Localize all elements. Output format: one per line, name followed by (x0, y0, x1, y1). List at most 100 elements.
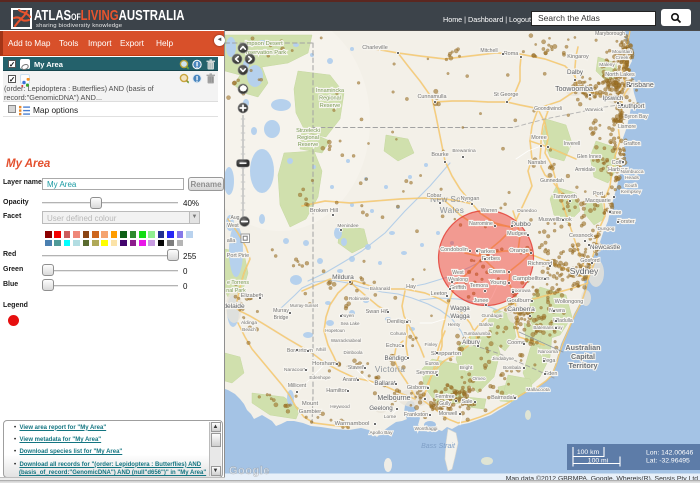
svg-text:Gisborne: Gisborne (407, 385, 429, 391)
svg-text:Maryborough: Maryborough (595, 31, 625, 37)
svg-text:Warwick: Warwick (585, 107, 604, 113)
svg-text:Bourke: Bourke (431, 152, 448, 158)
svg-text:Cobar: Cobar (427, 193, 442, 199)
svg-text:Wonthaggi: Wonthaggi (415, 426, 438, 432)
svg-text:Batemans Bay: Batemans Bay (533, 325, 563, 330)
svg-text:Cowra: Cowra (489, 269, 507, 275)
svg-text:Gambier: Gambier (299, 409, 321, 415)
svg-text:Maleny: Maleny (599, 62, 615, 68)
svg-text:Swan Hill: Swan Hill (366, 309, 389, 315)
svg-text:Beach: Beach (242, 327, 256, 333)
svg-text:Sale: Sale (462, 399, 473, 405)
svg-text:Menindee: Menindee (337, 223, 359, 229)
svg-text:Broken Hill: Broken Hill (310, 208, 338, 214)
svg-text:Batlow: Batlow (479, 322, 493, 327)
svg-text:Goulburn: Goulburn (507, 298, 531, 304)
svg-text:Goondiwindi: Goondiwindi (534, 106, 562, 112)
svg-text:Google: Google (229, 465, 270, 477)
svg-text:Wollongong: Wollongong (555, 299, 584, 305)
svg-text:Dalby: Dalby (567, 69, 584, 76)
svg-text:Lat: -32.96495: Lat: -32.96495 (646, 458, 690, 465)
svg-text:South: South (625, 183, 638, 189)
svg-text:Nyngan: Nyngan (461, 196, 480, 202)
svg-text:Reserve: Reserve (320, 103, 340, 109)
svg-text:Lorne: Lorne (384, 414, 397, 420)
svg-text:Wagga: Wagga (450, 313, 470, 320)
svg-text:e Torrens: e Torrens (227, 280, 249, 286)
svg-text:Millicent: Millicent (288, 383, 307, 389)
svg-text:Capital: Capital (571, 352, 595, 361)
svg-text:Macquarie: Macquarie (585, 198, 610, 204)
svg-text:Hamilton: Hamilton (326, 388, 348, 394)
svg-text:Condobolin: Condobolin (440, 247, 468, 253)
svg-text:Brewarrina: Brewarrina (452, 148, 476, 154)
svg-text:Roma: Roma (504, 51, 520, 57)
svg-text:Regional: Regional (297, 135, 319, 141)
svg-text:Aug: Aug (230, 215, 239, 221)
svg-text:Geelong: Geelong (369, 405, 393, 412)
svg-text:Grafton: Grafton (624, 141, 641, 147)
svg-text:alla: alla (227, 238, 236, 244)
svg-text:Muswellbrook: Muswellbrook (538, 217, 572, 223)
svg-text:Nhill: Nhill (316, 347, 325, 353)
svg-text:Euroa: Euroa (425, 361, 439, 367)
svg-text:Warrnambool: Warrnambool (335, 421, 370, 427)
svg-text:Newcastle: Newcastle (590, 244, 621, 251)
svg-text:Shepparton: Shepparton (431, 351, 461, 357)
svg-text:Mudgee: Mudgee (507, 231, 527, 237)
svg-text:Ferntree: Ferntree (435, 394, 454, 400)
svg-text:Narromine: Narromine (469, 221, 493, 227)
svg-text:Morwell: Morwell (439, 411, 458, 417)
svg-text:Tumbarumba: Tumbarumba (464, 331, 491, 336)
svg-text:Horsham: Horsham (312, 361, 336, 367)
svg-text:Murray-Sunset: Murray-Sunset (290, 303, 319, 308)
svg-text:Finley: Finley (425, 342, 438, 348)
svg-text:Jindabyne: Jindabyne (492, 356, 514, 362)
svg-text:Wagga: Wagga (450, 305, 470, 312)
svg-text:Canberra: Canberra (507, 306, 535, 313)
svg-text:Toowoomba: Toowoomba (555, 86, 593, 93)
svg-text:Kempsey: Kempsey (621, 189, 642, 195)
svg-text:Charleville: Charleville (362, 45, 387, 51)
svg-text:Glen Innes: Glen Innes (577, 154, 602, 160)
svg-text:Port: Port (593, 191, 603, 197)
svg-text:Narrabri: Narrabri (528, 160, 546, 166)
svg-text:Sydney: Sydney (570, 266, 599, 276)
svg-text:Ipswich: Ipswich (603, 95, 624, 102)
svg-text:Dubbo: Dubbo (511, 221, 531, 228)
svg-text:Young: Young (490, 280, 506, 286)
svg-text:Port Pirie: Port Pirie (227, 253, 249, 259)
svg-text:Mount: Mount (302, 401, 319, 407)
svg-text:Lismore: Lismore (618, 124, 636, 130)
svg-text:Inverell: Inverell (564, 141, 580, 147)
svg-text:Bass Strait: Bass Strait (421, 443, 456, 450)
svg-text:Regional: Regional (319, 96, 341, 102)
svg-text:Gully: Gully (439, 401, 451, 407)
svg-text:Bairnsdale: Bairnsdale (491, 395, 517, 401)
svg-text:Ararat: Ararat (343, 377, 358, 383)
svg-text:Australian: Australian (565, 343, 600, 352)
svg-text:Sea Lake: Sea Lake (340, 321, 360, 326)
svg-text:St George: St George (494, 92, 519, 98)
svg-text:Seymour: Seymour (416, 370, 438, 376)
svg-text:Cohuna: Cohuna (390, 331, 406, 336)
svg-text:Reserve: Reserve (298, 142, 318, 148)
svg-text:Bendigo: Bendigo (385, 355, 408, 362)
svg-text:Narooma: Narooma (538, 349, 558, 355)
svg-text:Murray: Murray (273, 308, 289, 314)
svg-text:Warren: Warren (481, 208, 498, 214)
svg-text:Mitchell: Mitchell (480, 48, 497, 54)
svg-text:Balranald: Balranald (370, 286, 391, 292)
svg-text:West: West (227, 223, 239, 229)
svg-text:Gunnedah: Gunnedah (540, 178, 564, 184)
svg-text:Junee: Junee (474, 298, 489, 304)
svg-text:100 mi: 100 mi (588, 458, 609, 465)
svg-text:Tamworth: Tamworth (553, 194, 577, 200)
svg-text:Mildura: Mildura (332, 274, 354, 281)
svg-text:Nambucca: Nambucca (620, 169, 643, 175)
svg-text:Parkes: Parkes (477, 249, 495, 255)
svg-text:Apollo Bay: Apollo Bay (369, 430, 393, 436)
svg-text:impson Desert: impson Desert (245, 41, 283, 47)
svg-text:North Lakes: North Lakes (605, 72, 635, 78)
svg-text:Stawell: Stawell (348, 365, 364, 371)
